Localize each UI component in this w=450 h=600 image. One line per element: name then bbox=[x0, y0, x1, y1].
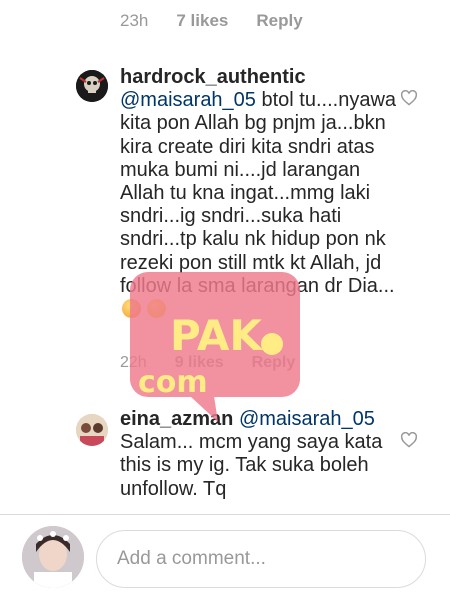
avatar[interactable] bbox=[76, 414, 108, 446]
current-user-avatar bbox=[22, 526, 84, 588]
profile-photo-icon bbox=[76, 414, 108, 446]
comment-username[interactable]: eina_azman bbox=[120, 408, 233, 430]
comment-composer: Add a comment... bbox=[0, 515, 450, 600]
skull-logo-icon bbox=[76, 70, 108, 102]
smile-emoji-icon bbox=[147, 299, 166, 319]
likes-count[interactable]: 9 likes bbox=[175, 354, 224, 372]
avatar[interactable] bbox=[76, 70, 108, 102]
reply-button[interactable]: Reply bbox=[256, 11, 302, 31]
heart-icon[interactable] bbox=[400, 90, 418, 106]
comment-text: btol tu....nyawa kita pon Allah bg pnjm … bbox=[120, 89, 397, 297]
comment-mention[interactable]: @maisarah_05 bbox=[120, 89, 256, 111]
comment-username[interactable]: hardrock_authentic bbox=[120, 66, 306, 88]
comment-time: 22h bbox=[120, 354, 147, 371]
comment-input[interactable]: Add a comment... bbox=[96, 530, 426, 588]
comment-body: eina_azman @maisarah_05 Salam... mcm yan… bbox=[120, 408, 400, 501]
likes-count[interactable]: 7 likes bbox=[176, 11, 228, 31]
comment-body: hardrock_authentic @maisarah_05 btol tu.… bbox=[120, 66, 400, 321]
comment-mention[interactable]: @maisarah_05 bbox=[239, 408, 375, 430]
reply-button[interactable]: Reply bbox=[252, 354, 296, 372]
previous-comment-meta: 23h 7 likes Reply bbox=[120, 10, 303, 32]
comment-time: 23h bbox=[120, 11, 149, 30]
smile-emoji-icon bbox=[122, 299, 141, 319]
comment-text: Salam... mcm yang saya kata this is my i… bbox=[120, 431, 383, 500]
profile-photo-icon bbox=[22, 526, 84, 588]
heart-icon[interactable] bbox=[400, 432, 418, 448]
comment-meta: 22h 9 likes Reply bbox=[120, 354, 295, 372]
